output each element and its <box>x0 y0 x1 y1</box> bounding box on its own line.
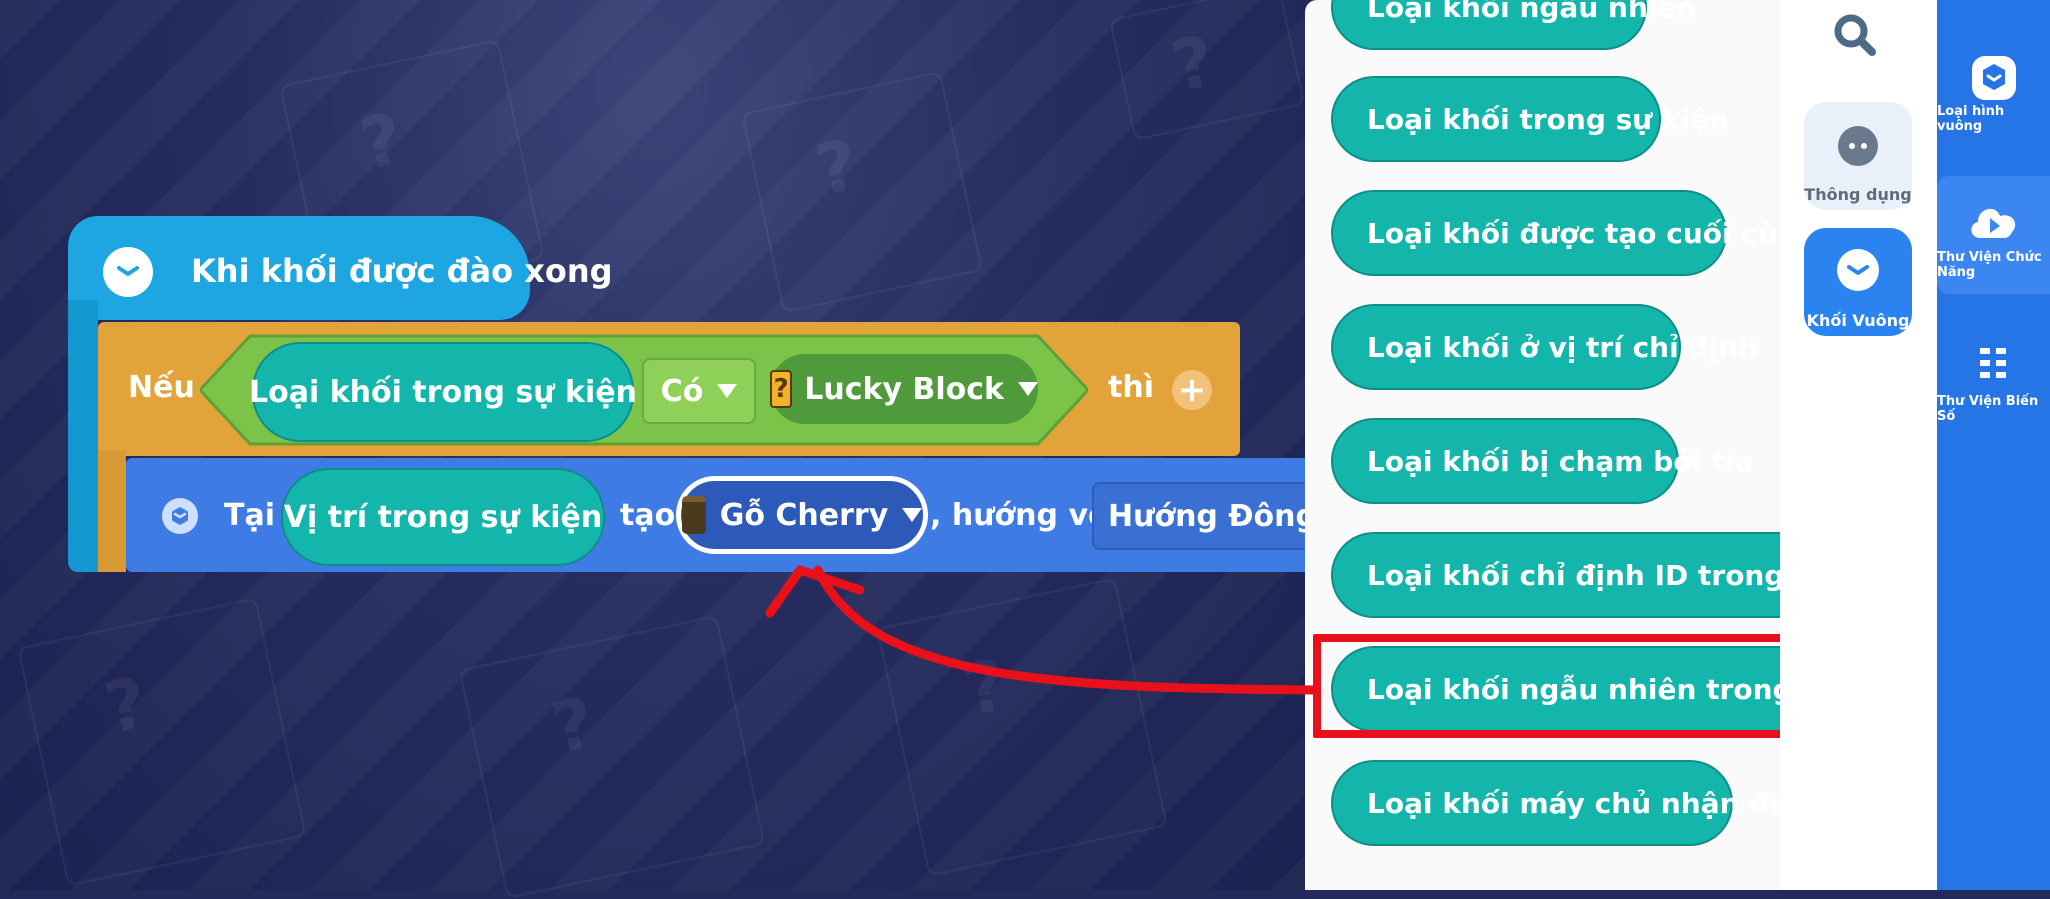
category-label: Thông dụng <box>1804 185 1912 204</box>
operator-dropdown-value: Có <box>660 373 704 409</box>
category-common[interactable]: Thông dụng <box>1804 102 1912 210</box>
cube-icon <box>1837 249 1879 291</box>
rail-item-square-types[interactable]: Loại hình vuông <box>1937 30 2050 148</box>
then-label: thì <box>1108 370 1154 405</box>
operator-dropdown[interactable]: Có <box>642 358 756 424</box>
search-icon <box>1834 14 1876 56</box>
block-to-create-value: Gỗ Cherry <box>719 497 889 533</box>
rail-label: Thư Viện Chức Năng <box>1937 250 2042 280</box>
background-tile: ? <box>876 577 1168 877</box>
cube-badge-icon <box>1971 56 2016 100</box>
rail-item-variable-library[interactable]: Thư Viện Biến Số <box>1937 320 2050 438</box>
chevron-down-icon <box>902 508 923 522</box>
palette-block-raycast-type[interactable]: Loại khối bị chạm bởi tia <box>1331 418 1754 504</box>
palette-block-random-type[interactable]: Loại khối ngẫu nhiên <box>1331 0 1696 50</box>
rail-item-function-library[interactable]: Thư Viện Chức Năng <box>1937 176 2050 294</box>
plus-icon: + <box>1177 370 1207 410</box>
block-type-value: Lucky Block <box>804 371 1004 407</box>
category-blocks[interactable]: Khối Vuông <box>1804 228 1912 336</box>
play-cloud-icon <box>1970 208 2015 238</box>
palette-block-server-received-type[interactable]: Loại khối máy chủ nhận được <box>1331 760 1780 846</box>
add-branch-button[interactable]: + <box>1172 370 1212 410</box>
rail-label: Thư Viện Biến Số <box>1937 394 2039 424</box>
cube-icon <box>103 247 153 297</box>
grid-list-icon <box>1979 348 2006 378</box>
create-label: tạo <box>620 498 676 533</box>
background-tile: ? <box>17 597 307 887</box>
dots-icon <box>1838 126 1878 166</box>
cherry-log-icon <box>681 496 706 534</box>
direction-dropdown[interactable]: Hướng Đông <box>1092 482 1351 550</box>
chevron-down-icon <box>1018 382 1038 396</box>
facing-label: , hướng về <box>930 498 1109 533</box>
background-tile: ? <box>741 71 983 313</box>
block-to-create-dropdown[interactable]: Gỗ Cherry <box>676 476 928 554</box>
palette-block-type-at-position[interactable]: Loại khối ở vị trí chỉ định <box>1331 304 1758 390</box>
if-block-stack-edge <box>98 450 126 572</box>
palette-block-type-by-id-in-group[interactable]: Loại khối chỉ định ID trong nhóm loạ <box>1331 532 1780 618</box>
cube-icon <box>162 498 198 534</box>
question-block-icon: ? <box>770 370 793 408</box>
background-tile: ? <box>458 615 766 899</box>
palette-block-last-created-type[interactable]: Loại khối được tạo cuối cùng <box>1331 190 1780 276</box>
block-palette-panel[interactable]: Loại khối ngẫu nhiên Loại khối trong sự … <box>1305 0 1780 890</box>
chevron-down-icon <box>717 384 738 398</box>
if-label: Nếu <box>128 370 195 405</box>
rail-label: Loại hình vuông <box>1937 104 2005 134</box>
event-block-type-reporter[interactable]: Loại khối trong sự kiện <box>249 342 637 442</box>
background-tile: ? <box>1109 0 1305 141</box>
event-position-reporter[interactable]: Vị trí trong sự kiện <box>281 468 605 566</box>
at-label: Tại <box>224 498 275 533</box>
category-label: Khối Vuông <box>1806 311 1910 330</box>
highlight-box <box>1313 634 1793 738</box>
palette-block-event-type[interactable]: Loại khối trong sự kiện <box>1331 76 1729 162</box>
event-block-stack-edge <box>68 300 98 572</box>
search-button[interactable] <box>1832 12 1878 62</box>
block-type-dropdown[interactable]: ? Lucky Block <box>770 354 1038 424</box>
event-block-title: Khi khối được đào xong <box>191 252 613 290</box>
direction-value: Hướng Đông <box>1108 498 1317 534</box>
